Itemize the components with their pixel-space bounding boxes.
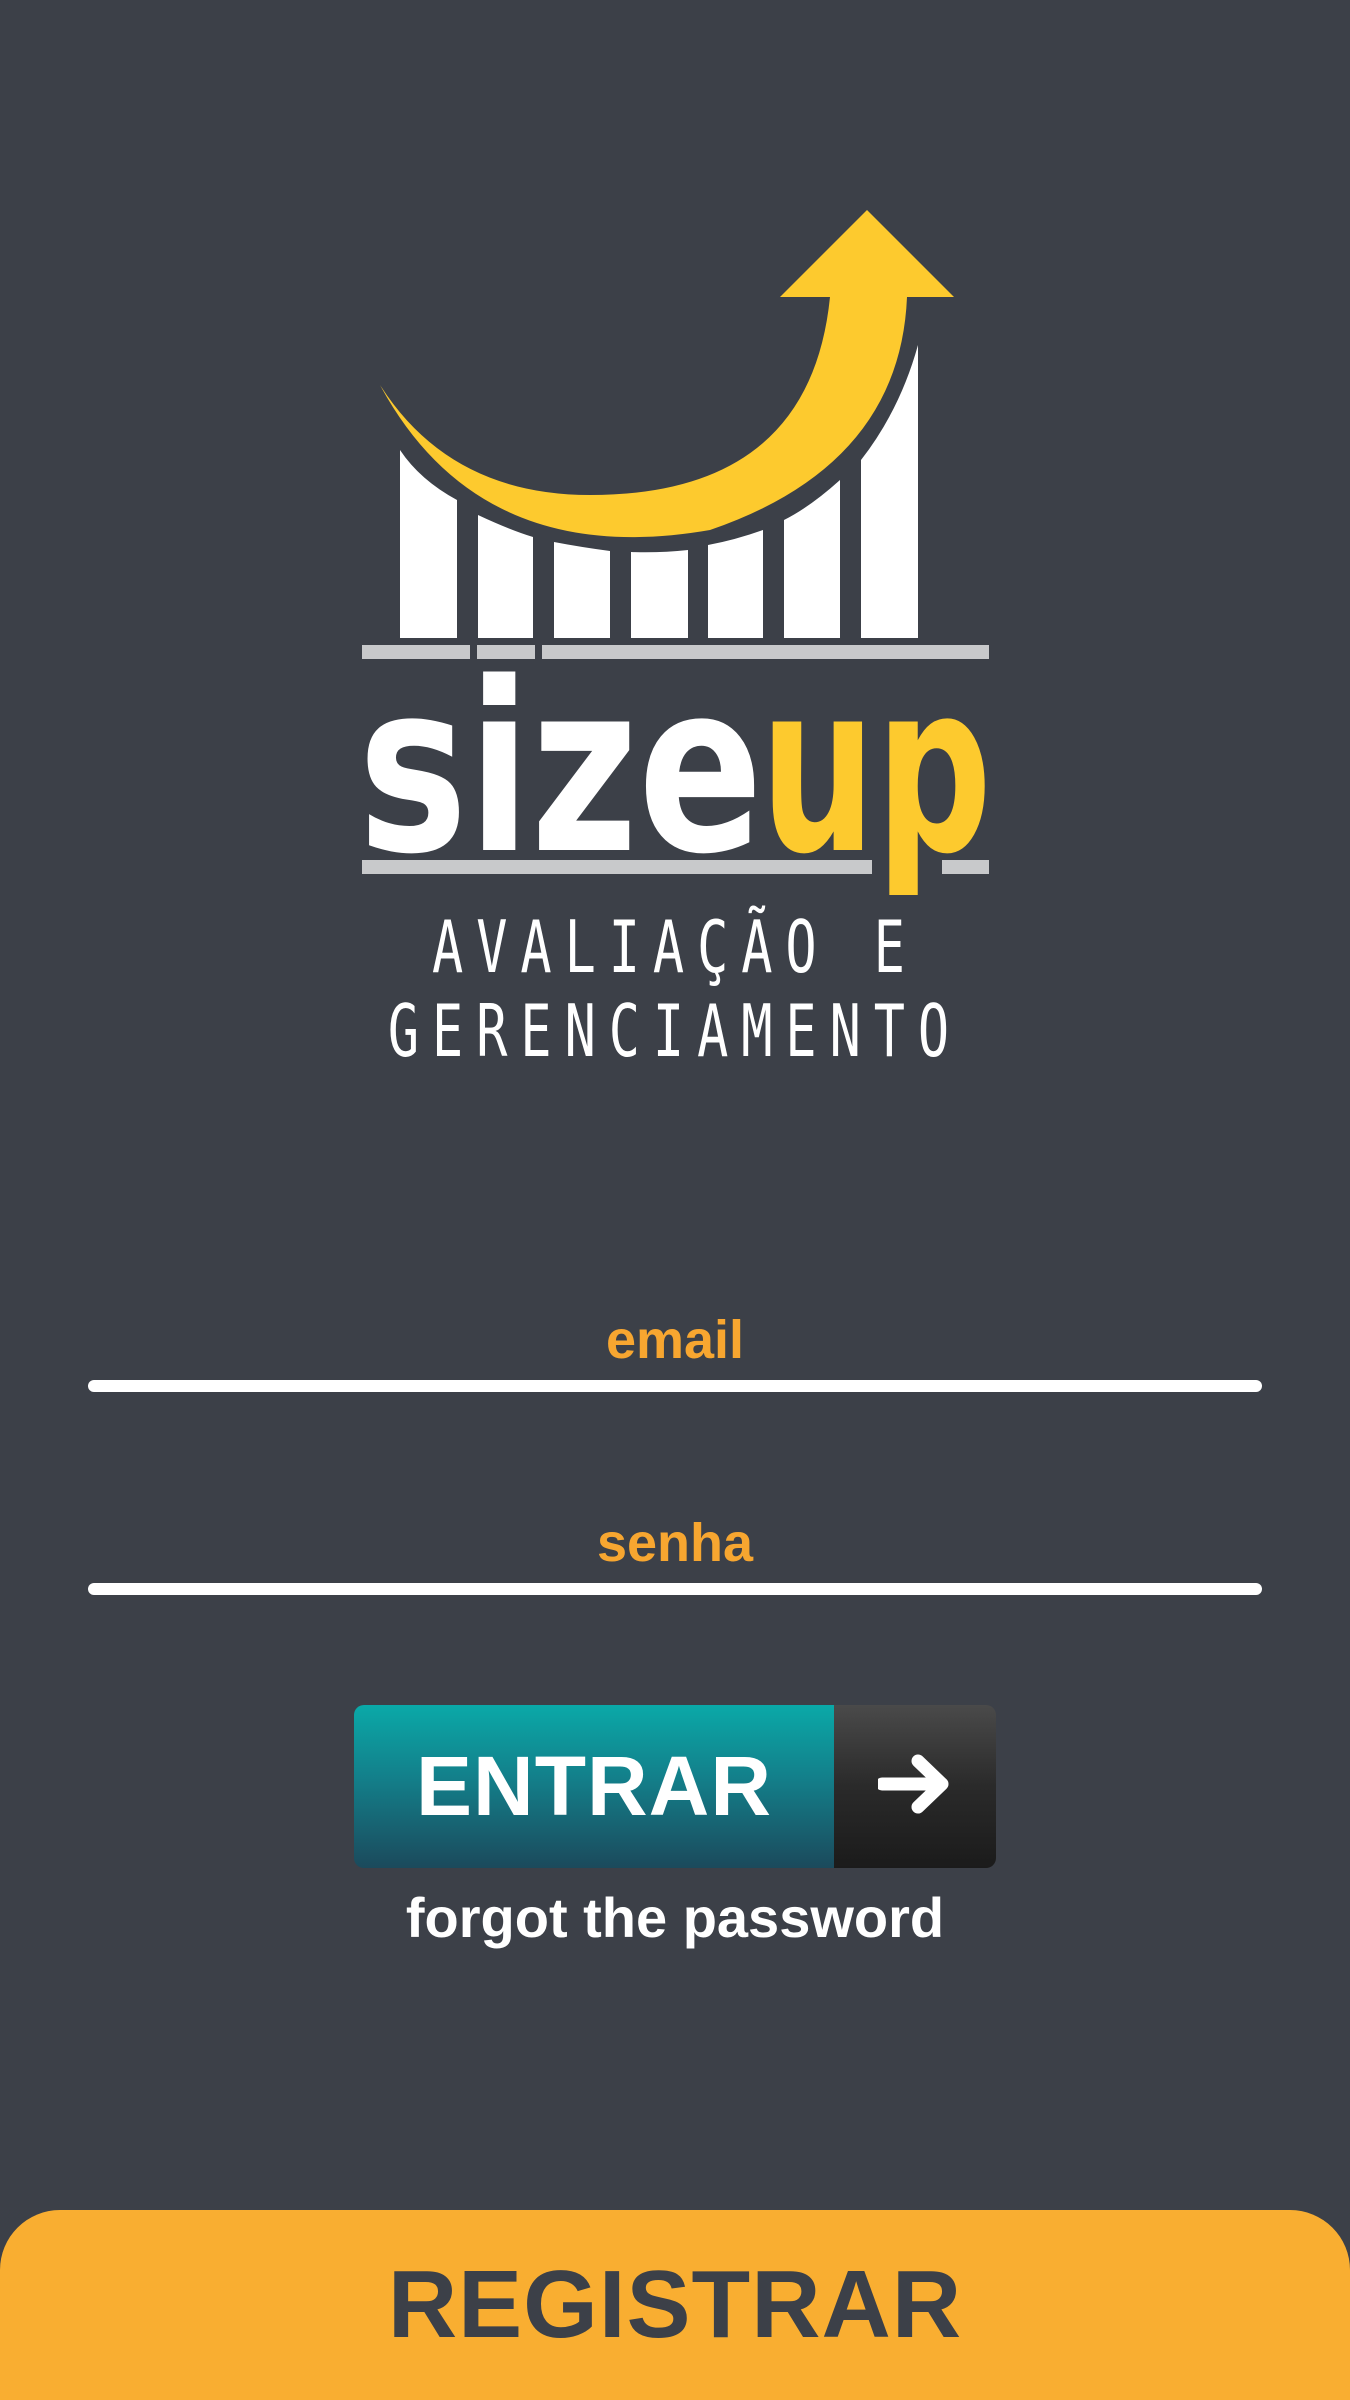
entrar-arrow-section[interactable]	[834, 1705, 996, 1868]
registrar-button[interactable]: REGISTRAR	[0, 2210, 1350, 2400]
entrar-button-label: ENTRAR	[416, 1739, 772, 1833]
logo-tagline: AVALIAÇÃO E GERENCIAMENTO	[387, 905, 963, 1073]
sizeup-logo: size up	[340, 195, 1010, 895]
wordmark: size up	[358, 633, 992, 895]
entrar-button-main[interactable]: ENTRAR	[354, 1705, 834, 1868]
email-input[interactable]	[88, 1310, 1266, 1382]
forgot-password-link[interactable]: forgot the password	[0, 1885, 1350, 1950]
login-screen: size up AVALIAÇÃO E GERENCIAMENTO email …	[0, 0, 1350, 2400]
entrar-button[interactable]: ENTRAR	[354, 1705, 996, 1868]
password-field[interactable]: senha	[88, 1513, 1266, 1595]
email-field[interactable]: email	[88, 1310, 1266, 1392]
svg-text:size: size	[358, 633, 763, 895]
svg-text:up: up	[760, 633, 992, 895]
password-input[interactable]	[88, 1513, 1266, 1585]
registrar-button-label: REGISTRAR	[387, 2251, 963, 2358]
arrow-right-icon	[875, 1753, 952, 1820]
